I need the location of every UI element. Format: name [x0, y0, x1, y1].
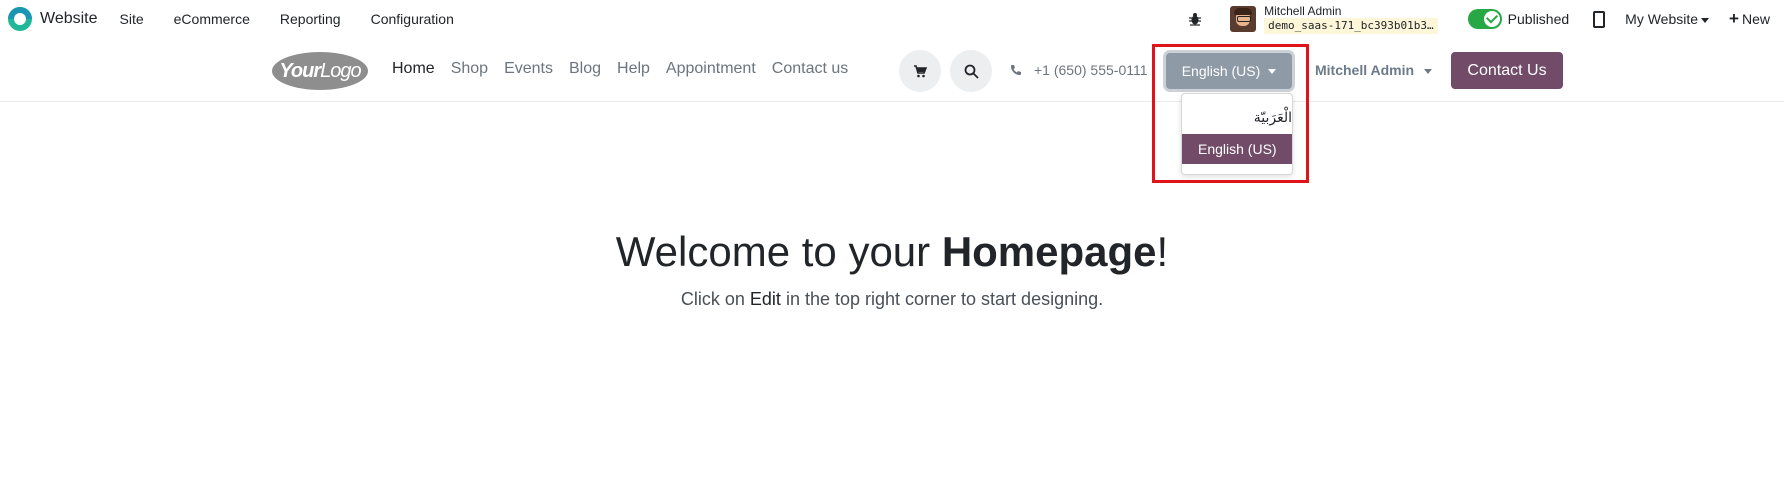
- language-dropdown: الْعَرَبيّة English (US): [1181, 93, 1293, 175]
- nav-shop[interactable]: Shop: [451, 60, 488, 78]
- chevron-down-icon: [1424, 68, 1433, 74]
- site-header: Your Logo Home Shop Events Blog Help Appo…: [0, 38, 1784, 102]
- my-website-label: My Website: [1625, 11, 1699, 27]
- main-nav: Home Shop Events Blog Help Appointment C…: [392, 60, 864, 78]
- publish-toggle[interactable]: [1467, 9, 1502, 29]
- language-option-arabic[interactable]: الْعَرَبيّة: [1182, 102, 1292, 132]
- phone-contact[interactable]: +1 (650) 555-0111: [1010, 62, 1148, 78]
- page-title: Welcome to your Homepage!: [0, 228, 1784, 276]
- topbar-right: Mitchell Admin demo_saas-171_bc393b01b3……: [1188, 0, 1784, 38]
- logo-text: Logo: [320, 59, 361, 82]
- website-app-icon: [8, 7, 32, 31]
- check-icon: [1485, 11, 1498, 24]
- user-menu[interactable]: Mitchell Admin: [1315, 62, 1433, 78]
- database-name: demo_saas-171_bc393b01b3…: [1264, 18, 1438, 34]
- title-suffix: !: [1156, 228, 1169, 275]
- app-brand[interactable]: Website: [8, 7, 98, 31]
- admin-topbar: Website Site eCommerce Reporting Configu…: [0, 0, 1784, 39]
- language-button-label: English (US): [1181, 63, 1261, 79]
- my-website-dropdown[interactable]: My Website: [1625, 11, 1710, 27]
- chevron-down-icon: [1268, 68, 1277, 74]
- mobile-preview-icon[interactable]: [1593, 10, 1606, 28]
- nav-contact-us[interactable]: Contact us: [772, 60, 848, 78]
- new-label: New: [1741, 11, 1770, 27]
- site-logo[interactable]: Your Logo: [272, 52, 368, 90]
- cart-button[interactable]: [899, 50, 941, 92]
- language-selector-button[interactable]: English (US): [1166, 53, 1292, 89]
- app-name: Website: [40, 10, 98, 27]
- top-menu: Site eCommerce Reporting Configuration: [112, 11, 476, 27]
- new-button[interactable]: + New: [1729, 9, 1770, 29]
- user-block[interactable]: Mitchell Admin demo_saas-171_bc393b01b3…: [1264, 4, 1438, 34]
- cart-icon: [914, 65, 927, 78]
- bug-icon[interactable]: [1188, 12, 1202, 26]
- published-label[interactable]: Published: [1508, 11, 1570, 27]
- nav-help[interactable]: Help: [617, 60, 650, 78]
- subtitle-prefix: Click on: [680, 289, 750, 309]
- menu-reporting[interactable]: Reporting: [272, 11, 341, 27]
- user-name: Mitchell Admin: [1264, 4, 1342, 18]
- nav-blog[interactable]: Blog: [569, 60, 601, 78]
- nav-events[interactable]: Events: [504, 60, 553, 78]
- nav-home[interactable]: Home: [392, 60, 435, 78]
- avatar[interactable]: [1230, 6, 1257, 32]
- menu-ecommerce[interactable]: eCommerce: [166, 11, 250, 27]
- language-option-label: الْعَرَبيّة: [1253, 108, 1292, 125]
- language-option-label: English (US): [1198, 141, 1277, 157]
- user-menu-label: Mitchell Admin: [1315, 62, 1415, 78]
- search-button[interactable]: [950, 50, 992, 92]
- nav-appointment[interactable]: Appointment: [666, 60, 756, 78]
- search-icon: [964, 64, 979, 79]
- chevron-down-icon: [1701, 17, 1710, 23]
- page-subtitle: Click on Edit in the top right corner to…: [0, 289, 1784, 310]
- subtitle-edit: Edit: [749, 289, 781, 309]
- plus-icon: +: [1729, 9, 1739, 28]
- phone-icon: [1011, 65, 1021, 75]
- language-option-english[interactable]: English (US): [1182, 134, 1292, 164]
- menu-site[interactable]: Site: [112, 11, 144, 27]
- title-prefix: Welcome to your: [615, 228, 942, 275]
- phone-number: +1 (650) 555-0111: [1034, 62, 1148, 78]
- contact-us-button[interactable]: Contact Us: [1451, 52, 1563, 89]
- title-bold: Homepage: [941, 228, 1157, 275]
- menu-configuration[interactable]: Configuration: [363, 11, 454, 27]
- logo-text-bold: Your: [279, 59, 321, 82]
- subtitle-suffix: in the top right corner to start designi…: [780, 289, 1104, 309]
- contact-us-label: Contact Us: [1467, 61, 1547, 79]
